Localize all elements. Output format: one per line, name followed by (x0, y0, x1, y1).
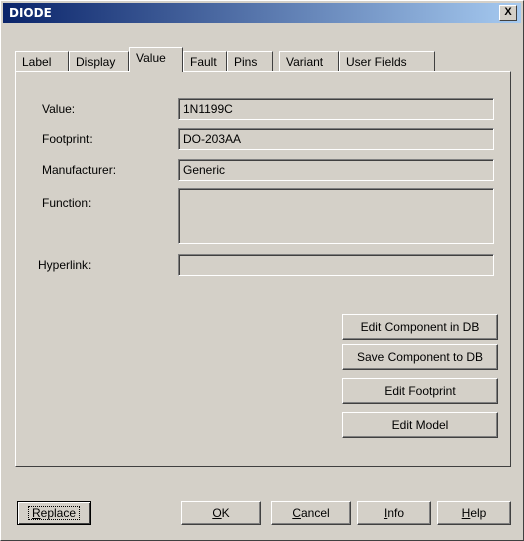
cancel-label-rest: ancel (300, 506, 330, 520)
replace-button-label: Replace (24, 502, 84, 524)
replace-mnemonic: R (31, 506, 41, 520)
ok-mnemonic: O (212, 506, 222, 520)
title-bar[interactable]: DIODE X (3, 3, 521, 23)
function-label: Function: (42, 196, 92, 210)
tab-fault[interactable]: Fault (183, 51, 227, 71)
function-field[interactable] (178, 188, 494, 244)
tab-value[interactable]: Value (129, 47, 183, 72)
edit-footprint-button[interactable]: Edit Footprint (342, 378, 498, 404)
manufacturer-label: Manufacturer: (42, 163, 117, 177)
manufacturer-field[interactable]: Generic (178, 159, 494, 181)
info-button[interactable]: Info (357, 501, 431, 525)
close-button[interactable]: X (499, 5, 517, 21)
help-button[interactable]: Help (437, 501, 511, 525)
tab-label[interactable]: Label (15, 51, 69, 71)
value-label: Value: (42, 102, 76, 116)
footprint-field[interactable]: DO-203AA (178, 128, 494, 150)
edit-component-db-button[interactable]: Edit Component in DB (342, 314, 498, 340)
ok-label-rest: K (221, 506, 230, 520)
replace-button[interactable]: Replace (17, 501, 91, 525)
tab-value-text: Value (136, 51, 166, 65)
tab-user-fields-text: User Fields (346, 55, 407, 69)
footprint-label: Footprint: (42, 132, 93, 146)
cancel-button[interactable]: Cancel (271, 501, 351, 525)
tab-user-fields[interactable]: User Fields (339, 51, 435, 71)
save-component-db-button[interactable]: Save Component to DB (342, 344, 498, 370)
hyperlink-field[interactable] (178, 254, 494, 276)
close-icon: X (504, 6, 512, 18)
help-label-rest: elp (470, 506, 487, 520)
hyperlink-label: Hyperlink: (38, 258, 92, 272)
value-field[interactable]: 1N1199C (178, 98, 494, 120)
tab-display-text: Display (76, 55, 116, 69)
info-label-rest: nfo (387, 506, 405, 520)
tab-variant-text: Variant (286, 55, 324, 69)
window-title: DIODE (9, 6, 52, 20)
replace-label-rest: eplace (40, 506, 77, 520)
tab-variant[interactable]: Variant (279, 51, 339, 71)
tab-pins[interactable]: Pins (227, 51, 273, 71)
tab-display[interactable]: Display (69, 51, 129, 71)
value-tab-panel: Value: 1N1199C Footprint: DO-203AA Manuf… (15, 71, 511, 467)
ok-button[interactable]: OK (181, 501, 261, 525)
tab-pins-text: Pins (234, 55, 258, 69)
tab-fault-text: Fault (190, 55, 217, 69)
edit-model-button[interactable]: Edit Model (342, 412, 498, 438)
tab-label-text: Label (22, 55, 52, 69)
cancel-mnemonic: C (292, 506, 301, 520)
dialog-window: DIODE X Label Display Value Fault Pins V… (0, 0, 524, 541)
